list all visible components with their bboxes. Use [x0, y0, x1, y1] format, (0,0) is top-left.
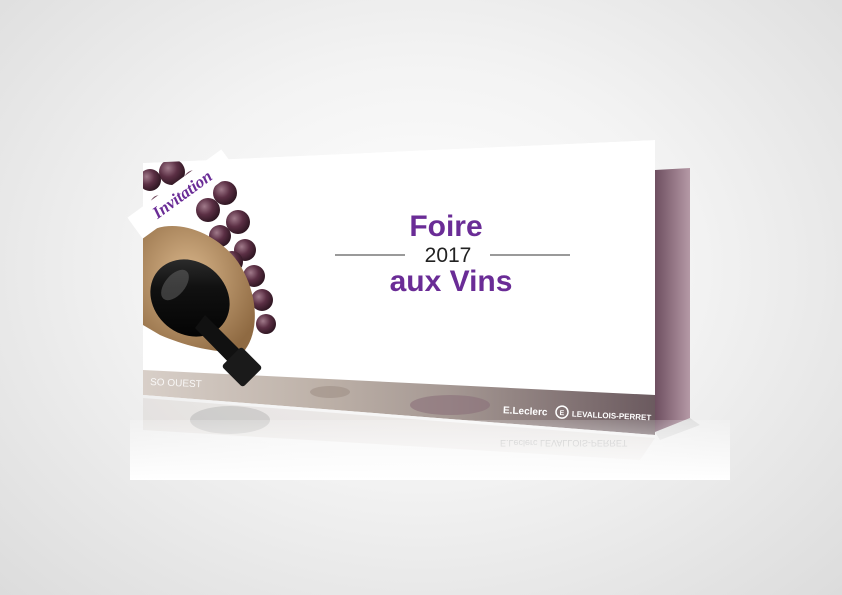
- title-line2: aux Vins: [390, 265, 513, 298]
- footer-left-logo: SO OUEST: [150, 377, 202, 390]
- svg-text:E: E: [559, 410, 564, 417]
- brand-name: E.Leclerc: [503, 405, 548, 418]
- card-back-panel: [655, 168, 690, 432]
- invitation-scene: Invitation Foire 2017 aux Vins SO OUEST …: [127, 140, 730, 480]
- year: 2017: [425, 244, 472, 267]
- title-line1: Foire: [409, 210, 482, 243]
